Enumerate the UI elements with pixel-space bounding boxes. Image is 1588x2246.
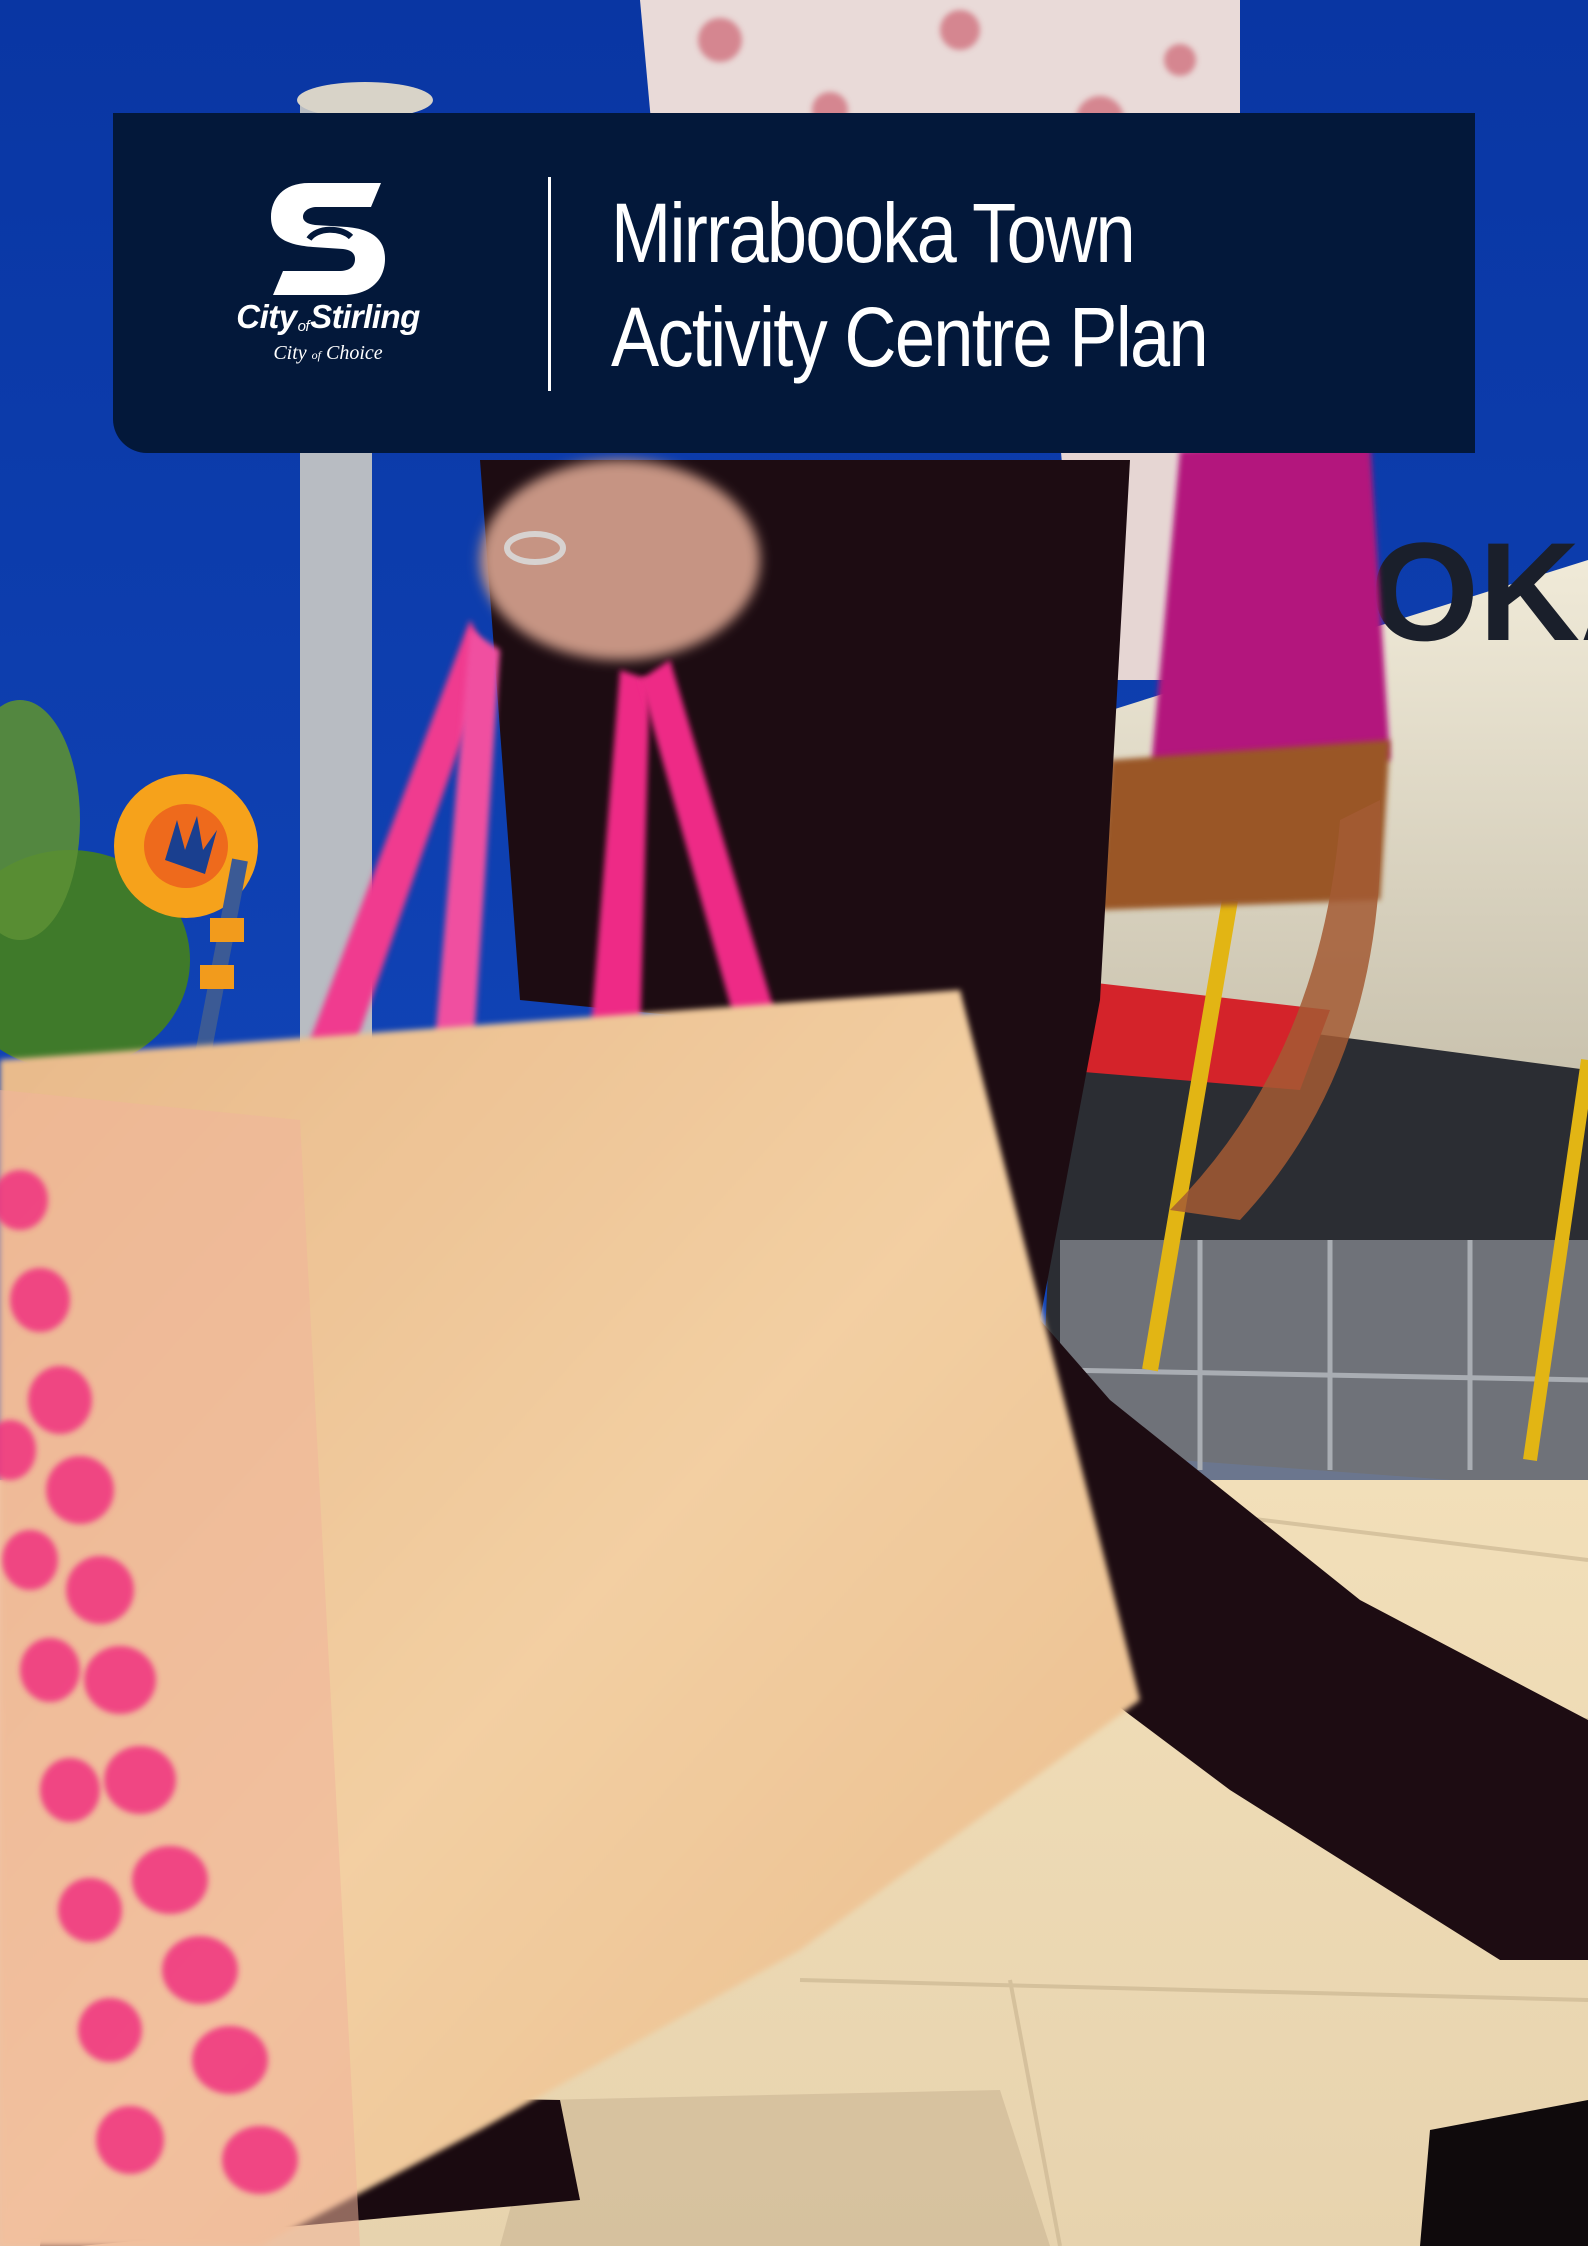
title-line-1: Mirrabooka Town [611, 186, 1136, 280]
document-title: Mirrabooka Town Activity Centre Plan [611, 181, 1333, 389]
svg-text:OKA: OKA [1370, 513, 1588, 670]
banner-divider [548, 177, 551, 391]
cover-page: OKA [0, 0, 1588, 2246]
logo-wordmark: CityofStirling [236, 298, 420, 336]
title-line-2: Activity Centre Plan [611, 290, 1209, 384]
city-of-stirling-logo: CityofStirling City of Choice [193, 179, 463, 389]
logo-tagline: City of Choice [273, 342, 383, 364]
stirling-s-icon [271, 183, 385, 295]
title-banner: CityofStirling City of Choice Mirrabooka… [113, 113, 1475, 453]
